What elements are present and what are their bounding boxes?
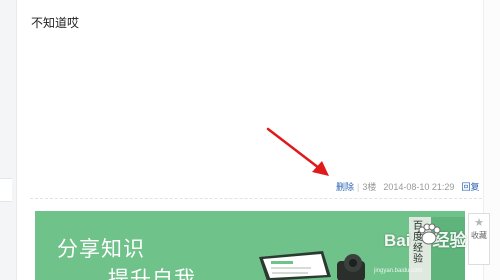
delete-link[interactable]: 删除 — [336, 180, 354, 193]
watermark-url: jingyan.baidu.com — [374, 268, 423, 274]
camera-illustration — [337, 254, 365, 280]
meta-separator: | — [357, 181, 360, 192]
post-content: 不知道哎 — [31, 16, 80, 30]
left-sidebar-tab[interactable] — [0, 178, 12, 202]
star-icon: ★ — [474, 217, 484, 229]
laptop-illustration — [259, 251, 331, 280]
banner-headline: 分享知识 — [57, 238, 145, 261]
left-sidebar-strip — [0, 0, 17, 280]
watermark-brand: Bai — [384, 231, 411, 250]
post-timestamp: 2014-08-10 21:29 — [383, 181, 455, 192]
floor-number: 3楼 — [362, 182, 377, 192]
banner-subline: 提升自我 — [108, 268, 196, 280]
favorite-label: 收藏 — [471, 231, 487, 240]
reply-meta-row: 删除 | 3楼 2014-08-10 21:29 回复 — [336, 180, 479, 193]
favorite-widget[interactable]: ★ 收藏 — [468, 213, 490, 265]
post-divider — [30, 198, 482, 199]
paw-icon — [418, 223, 441, 245]
reply-link[interactable]: 回复 — [461, 180, 479, 193]
